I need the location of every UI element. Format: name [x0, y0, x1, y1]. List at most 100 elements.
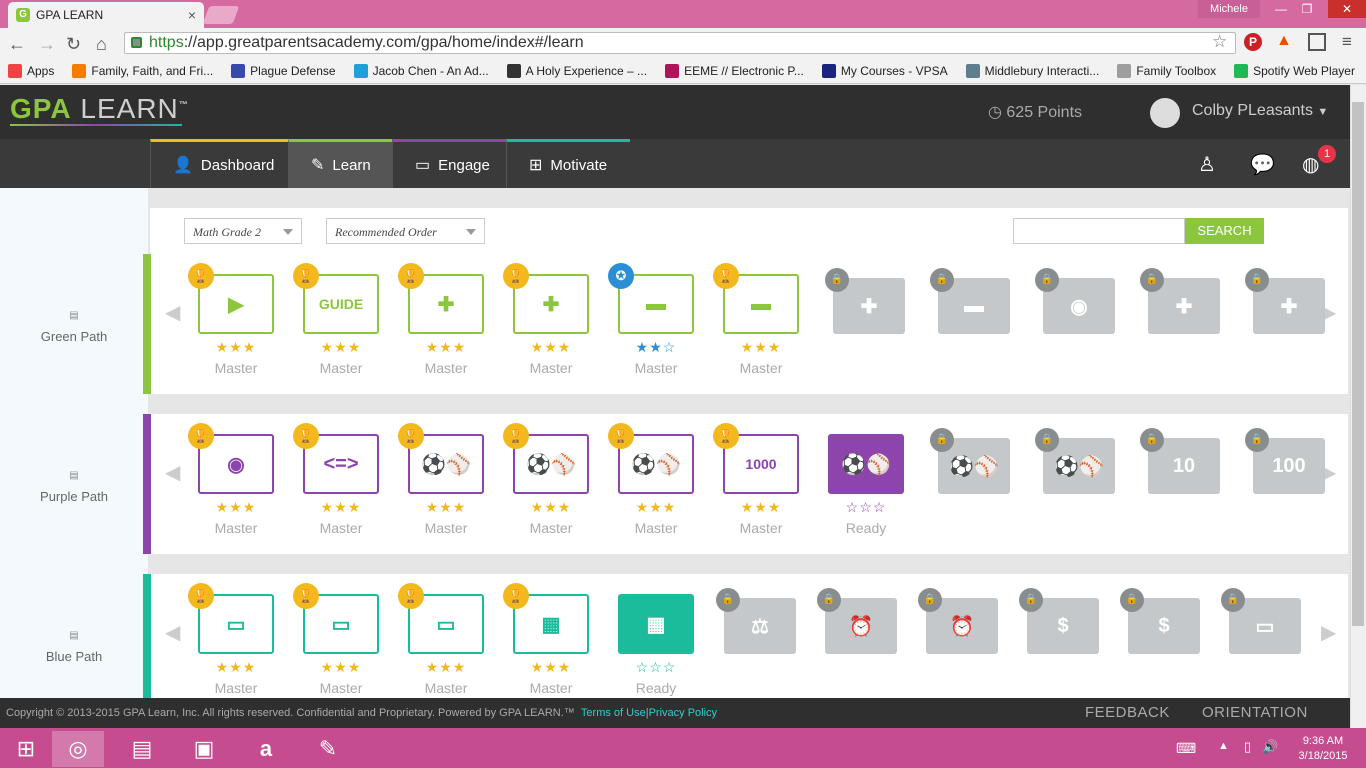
user-menu[interactable]: Colby PLeasants ▼ [1192, 102, 1328, 120]
scrollbar-thumb[interactable] [1352, 102, 1364, 626]
chrome-taskbar-icon[interactable]: ◎ [52, 731, 104, 767]
globe-icon[interactable]: ◍ [1302, 152, 1319, 177]
bookmark-label: Apps [27, 63, 55, 78]
ribbon-icon: ✪ [608, 263, 634, 289]
back-icon[interactable]: ← [8, 34, 26, 55]
order-select[interactable]: Recommended Order [326, 218, 485, 244]
lesson-icon: ▭ [436, 613, 456, 636]
reload-icon[interactable]: ↻ [66, 34, 81, 55]
lesson-icon: ▬ [751, 292, 771, 315]
lock-icon: 🔒 [1140, 428, 1164, 452]
extension-flame-icon[interactable]: ▲ [1276, 32, 1292, 50]
minimize-icon[interactable]: — [1268, 0, 1294, 18]
tray-expand-icon[interactable]: ▲ [1218, 740, 1229, 752]
search-input[interactable] [1013, 218, 1185, 244]
extension-screenshot-icon[interactable] [1308, 33, 1326, 51]
orientation-link[interactable]: ORIENTATION [1202, 704, 1308, 721]
path-prev-arrow-icon[interactable]: ◀ [165, 620, 180, 645]
lesson-icon: ✚ [1280, 295, 1298, 318]
grid-icon: ⊞ [529, 157, 543, 174]
star-rating: ☆☆☆ [635, 659, 677, 675]
forward-icon[interactable]: → [38, 34, 56, 55]
lesson-icon: GUIDE [318, 296, 364, 312]
lock-icon: 🔒 [1245, 428, 1269, 452]
lesson-node[interactable]: ⚽⚾ [828, 434, 904, 494]
tab-label: Motivate [550, 156, 608, 174]
path-next-arrow-icon[interactable]: ▶ [1321, 620, 1336, 645]
path-label[interactable]: Purple Path [0, 489, 148, 504]
path-label[interactable]: Green Path [0, 329, 148, 344]
volume-icon[interactable]: 🔊 [1262, 739, 1278, 755]
bookmark-item[interactable]: Plague Defense [231, 63, 336, 78]
messages-icon[interactable]: 💬 [1250, 152, 1275, 177]
logo-tm: ™ [178, 99, 189, 110]
award-icon[interactable]: ♙ [1198, 152, 1216, 177]
lesson-icon: ▬ [646, 292, 666, 315]
bookmark-item[interactable]: Apps [8, 63, 55, 78]
home-icon[interactable]: ⌂ [96, 34, 107, 55]
gpa-learn-logo[interactable]: GPA LEARN™ [10, 93, 189, 125]
lesson-icon: ⚽⚾ [949, 455, 999, 478]
lesson-icon: ⚽⚾ [1054, 455, 1104, 478]
tab-dashboard[interactable]: 👤 Dashboard [150, 139, 288, 188]
windows-start-icon[interactable]: ⊞ [0, 731, 52, 767]
profile-button[interactable]: Michele [1198, 0, 1260, 18]
office-icon[interactable]: ▣ [178, 731, 230, 767]
avatar[interactable] [1150, 98, 1180, 128]
bookmark-star-icon[interactable]: ☆ [1212, 32, 1227, 52]
file-explorer-icon[interactable]: ▤ [116, 731, 168, 767]
lesson-icon: ⚽⚾ [421, 453, 471, 476]
path-sidebar [0, 188, 148, 698]
amazon-icon[interactable]: a [240, 731, 292, 767]
bookmark-item[interactable]: Jacob Chen - An Ad... [353, 63, 489, 78]
keyboard-icon[interactable]: ⌨ [1176, 740, 1196, 757]
bookmark-item[interactable]: Family Toolbox [1117, 63, 1216, 78]
system-clock[interactable]: 9:36 AM 3/18/2015 [1288, 734, 1358, 764]
tab-engage[interactable]: ▭ Engage [392, 139, 506, 188]
lock-icon: 🔒 [1221, 588, 1245, 612]
privacy-link[interactable]: Privacy Policy [649, 707, 717, 719]
tab-learn[interactable]: ✎ Learn [288, 139, 392, 188]
lesson-icon: ▶ [228, 293, 244, 316]
tab-close-icon[interactable]: × [188, 7, 196, 23]
star-rating: ★★☆ [635, 339, 677, 355]
battery-icon[interactable]: ▯ [1244, 739, 1251, 755]
bookmark-item[interactable]: EEME // Electronic P... [665, 63, 804, 78]
logo-underline [10, 124, 182, 126]
tab-motivate[interactable]: ⊞ Motivate [506, 139, 630, 188]
path-prev-arrow-icon[interactable]: ◀ [165, 460, 180, 485]
search-button[interactable]: SEARCH [1185, 218, 1264, 244]
bookmark-label: Middlebury Interacti... [984, 63, 1100, 78]
path-label[interactable]: Blue Path [0, 649, 148, 664]
lesson-icon: ▬ [964, 294, 984, 317]
url-scheme: https [149, 34, 184, 51]
window-close-icon[interactable]: ✕ [1328, 0, 1366, 18]
paint-icon[interactable]: ✎ [302, 731, 354, 767]
lesson-icon: ▦ [646, 613, 666, 636]
bookmark-favicon-icon [231, 63, 246, 78]
grade-select[interactable]: Math Grade 2 [184, 218, 302, 244]
maximize-icon[interactable]: ❐ [1294, 0, 1320, 18]
notification-badge: 1 [1318, 145, 1336, 163]
pinterest-icon[interactable]: P [1244, 33, 1262, 51]
trophy-icon: 🏆 [608, 423, 634, 449]
lesson-icon: ✚ [860, 295, 878, 318]
lesson-node[interactable]: ▦ [618, 594, 694, 654]
path-list-icon: ▤ [69, 470, 79, 481]
tab-label: Learn [332, 156, 371, 174]
bookmark-item[interactable]: Middlebury Interacti... [965, 63, 1100, 78]
bookmark-item[interactable]: My Courses - VPSA [821, 63, 948, 78]
bookmark-item[interactable]: A Holy Experience – ... [506, 63, 647, 78]
bookmark-item[interactable]: Family, Faith, and Fri... [72, 63, 213, 78]
path-prev-arrow-icon[interactable]: ◀ [165, 300, 180, 325]
star-rating: ★★★ [215, 499, 257, 515]
terms-link[interactable]: Terms of Use [581, 707, 646, 719]
browser-tab[interactable]: G GPA LEARN × [8, 2, 204, 28]
feedback-link[interactable]: FEEDBACK [1085, 704, 1170, 721]
bookmark-item[interactable]: Spotify Web Player [1234, 63, 1355, 78]
bookmark-label: My Courses - VPSA [840, 63, 948, 78]
menu-icon[interactable]: ≡ [1342, 32, 1352, 52]
address-bar[interactable]: https://app.greatparentsacademy.com/gpa/… [124, 32, 1236, 54]
lesson-icon: 10 [1172, 454, 1196, 477]
lesson-icon: ✚ [1175, 295, 1193, 318]
